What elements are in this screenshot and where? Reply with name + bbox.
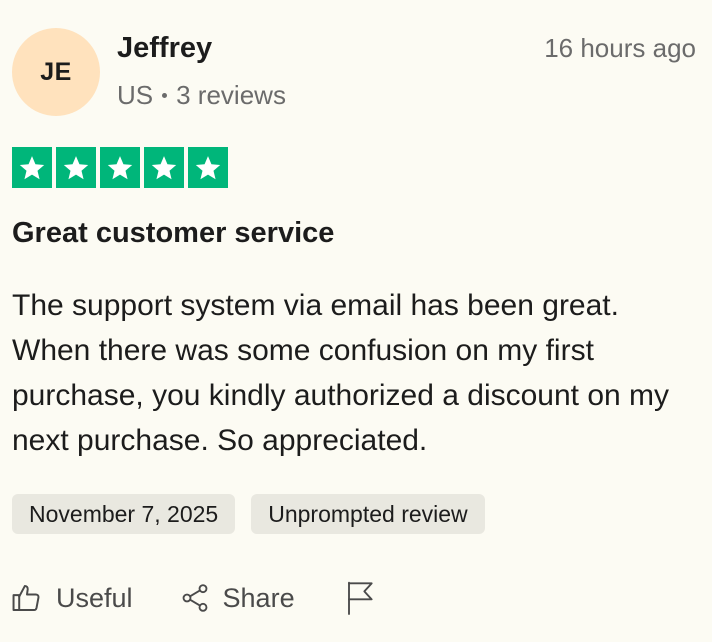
review-card: JE Jeffrey US 3 reviews 16 hours ago Gre…	[0, 0, 712, 642]
report-button[interactable]	[345, 580, 377, 616]
review-title[interactable]: Great customer service	[12, 214, 334, 252]
star-rating	[12, 147, 228, 188]
review-body: The support system via email has been gr…	[12, 289, 670, 457]
reviewer-review-count[interactable]: 3 reviews	[176, 78, 286, 112]
separator-dot	[162, 92, 168, 98]
share-icon	[179, 582, 211, 614]
avatar[interactable]: JE	[12, 28, 100, 116]
avatar-initials: JE	[40, 57, 72, 86]
star-icon	[56, 147, 96, 188]
useful-label: Useful	[56, 582, 133, 613]
share-label: Share	[222, 582, 295, 613]
star-icon	[12, 147, 52, 188]
thumbs-up-icon	[10, 581, 44, 615]
review-actions: Useful Share	[10, 580, 377, 616]
star-icon	[188, 147, 228, 188]
review-date-badge: November 7, 2025	[12, 494, 236, 534]
reviewer-meta: US 3 reviews	[117, 78, 286, 112]
reviewer-name[interactable]: Jeffrey	[117, 30, 212, 66]
useful-button[interactable]: Useful	[10, 581, 133, 615]
star-icon	[144, 147, 184, 188]
star-icon	[100, 147, 140, 188]
review-time-ago: 16 hours ago	[544, 33, 696, 63]
flag-icon	[345, 580, 377, 616]
share-button[interactable]: Share	[179, 582, 295, 614]
reviewer-country: US	[117, 80, 154, 110]
review-type-badge[interactable]: Unprompted review	[251, 494, 485, 534]
review-tags: November 7, 2025 Unprompted review	[12, 494, 485, 534]
